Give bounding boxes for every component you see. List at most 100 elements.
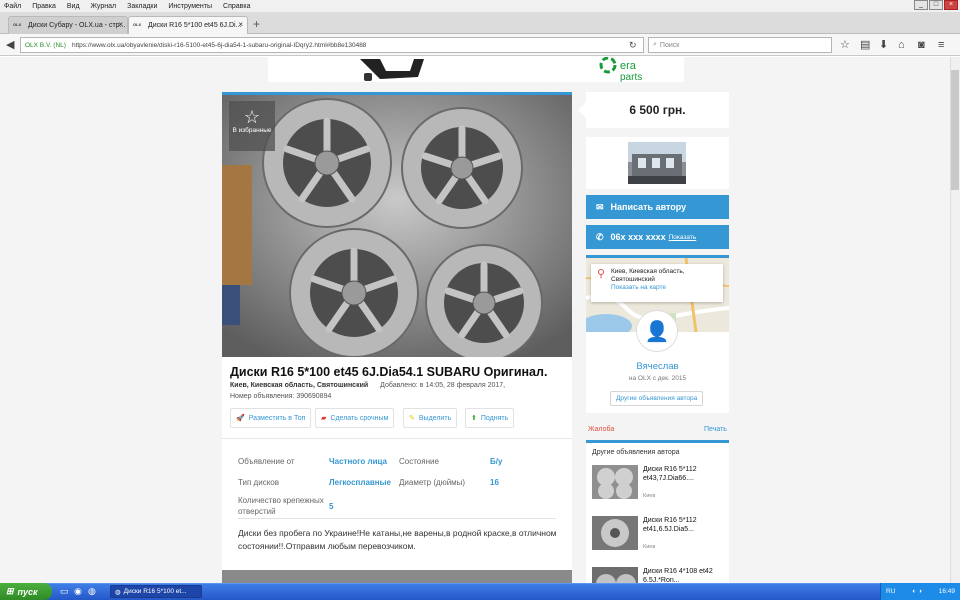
param-label-wheel-type: Тип дисков: [238, 478, 279, 487]
close-tab-icon[interactable]: ×: [238, 20, 243, 29]
show-phone-button[interactable]: ✆ 06x xxx xxxx Показать: [586, 225, 729, 249]
param-label-condition: Состояние: [399, 457, 439, 466]
ad-added-date: Добавлено: в 14:05, 28 февраля 2017,: [380, 382, 506, 389]
rocket-icon: 🚀: [236, 415, 245, 422]
ad-location-line: Киев, Киевская область, Святошинский Доб…: [230, 382, 505, 389]
start-button[interactable]: ⊞ пуск: [0, 583, 52, 600]
list-item[interactable]: Диски R16 5*112 et41,6.5J.Dia5... Киев: [592, 516, 727, 562]
menu-bar: Файл Правка Вид Журнал Закладки Инструме…: [0, 0, 960, 12]
taskbar-item-browser[interactable]: ◍ Диски R16 5*100 et...: [110, 585, 202, 598]
list-item[interactable]: Диски R16 4*108 et42 6.5J.*Ron...: [592, 567, 727, 583]
search-input[interactable]: ⌕ Поиск: [648, 37, 832, 53]
close-window-button[interactable]: ×: [944, 0, 958, 10]
show-on-map-link[interactable]: Показать на карте: [611, 284, 719, 292]
print-link[interactable]: Печать: [704, 426, 727, 433]
menu-history[interactable]: Журнал: [91, 3, 117, 10]
tab-subaru-wheels[interactable]: OLX Диски Субару - OLX.ua - стр... ×: [8, 16, 128, 34]
list-item[interactable]: Диски R16 5*112 et43,7J.Dia66.... Киев: [592, 465, 727, 511]
close-tab-icon[interactable]: ×: [118, 20, 123, 29]
write-to-author-button[interactable]: ✉ Написать автору: [586, 195, 729, 219]
phone-icon: ✆: [596, 231, 604, 242]
maximize-button[interactable]: □: [929, 0, 943, 10]
new-tab-icon[interactable]: +: [253, 17, 260, 31]
seller-name[interactable]: Вячеслав: [586, 361, 729, 372]
bookmark-star-icon[interactable]: ☆: [840, 38, 850, 52]
shop-photo: [628, 142, 686, 184]
param-value-bolt-holes[interactable]: 5: [329, 502, 333, 511]
menu-bookmarks[interactable]: Закладки: [127, 3, 157, 10]
divider: [238, 518, 556, 519]
ad-location[interactable]: Киев, Киевская область, Святошинский: [230, 382, 368, 389]
home-icon[interactable]: ⌂: [898, 38, 905, 52]
desktop-icon[interactable]: ▭: [60, 586, 69, 597]
menu-help[interactable]: Справка: [223, 3, 250, 10]
firefox-icon[interactable]: ◍: [88, 586, 96, 597]
other-ad-title[interactable]: Диски R16 5*112 et43,7J.Dia66....: [643, 465, 723, 483]
advertising-banner[interactable]: era parts: [268, 57, 684, 83]
highlight-button[interactable]: ✎ Выделить: [403, 408, 458, 428]
seller-shop-banner[interactable]: [586, 137, 729, 189]
add-to-favorites-button[interactable]: ☆ В избранные: [229, 101, 275, 151]
param-value-offer-from[interactable]: Частного лица: [329, 457, 387, 466]
tray-icons[interactable]: ◐ ◑: [912, 588, 922, 595]
user-icon: 👤: [644, 320, 670, 343]
reload-icon[interactable]: ↻: [629, 38, 637, 52]
url-bar[interactable]: OLX B.V. (NL) https://www.olx.ua/obyavle…: [20, 37, 644, 53]
pocket-icon[interactable]: ◙: [918, 38, 925, 52]
make-urgent-button[interactable]: ▰ Сделать срочным: [315, 408, 395, 428]
svg-text:era: era: [620, 60, 637, 72]
taskbar-item-label: Диски R16 5*100 et...: [123, 588, 187, 595]
tab-label: Диски R16 5*100 et45 6J.Di...: [148, 22, 242, 29]
menu-file[interactable]: Файл: [4, 3, 21, 10]
show-phone-link[interactable]: Показать: [669, 234, 697, 241]
menu-view[interactable]: Вид: [67, 3, 80, 10]
downloads-icon[interactable]: ⬇: [879, 38, 888, 52]
other-ad-title[interactable]: Диски R16 4*108 et42 6.5J.*Ron...: [643, 567, 723, 583]
scrollbar-thumb[interactable]: [951, 70, 959, 190]
map-address-card: ⚲ Киев, Киевская область, Святошинский П…: [591, 264, 723, 302]
other-ad-thumbnail: [592, 516, 638, 550]
make-urgent-label: Сделать срочным: [330, 414, 389, 422]
favorites-label: В избранные: [232, 127, 272, 134]
other-ad-thumbnail: [592, 465, 638, 499]
language-indicator[interactable]: RU: [886, 588, 895, 595]
window-controls: _ □ ×: [914, 0, 958, 10]
param-label-offer-from: Объявление от: [238, 457, 295, 466]
other-ad-city: Киев: [643, 493, 656, 499]
other-ad-title[interactable]: Диски R16 5*112 et41,6.5J.Dia5...: [643, 516, 723, 534]
menu-tools[interactable]: Инструменты: [168, 3, 212, 10]
navigation-bar: ◀ OLX B.V. (NL) https://www.olx.ua/obyav…: [0, 34, 960, 56]
svg-text:parts: parts: [620, 72, 642, 82]
tab-bar: OLX Диски Субару - OLX.ua - стр... × OLX…: [0, 12, 960, 34]
shop-photo-graphic: [628, 142, 686, 184]
param-value-wheel-type[interactable]: Легкосплавные: [329, 478, 391, 487]
ad-card: ☆ В избранные Диски R16 5*100 et45 6J.Di…: [222, 92, 572, 583]
marker-icon: ✎: [409, 415, 415, 422]
system-tray: RU ◐ ◑ 16:49: [880, 583, 960, 600]
chrome-icon[interactable]: ◉: [74, 586, 82, 597]
hamburger-menu-icon[interactable]: ≡: [938, 38, 944, 52]
menu-edit[interactable]: Правка: [32, 3, 56, 10]
param-label-diameter: Диаметр (дюймы): [399, 478, 466, 487]
seller-card: ⚲ Киев, Киевская область, Святошинский П…: [586, 255, 729, 413]
minimize-button[interactable]: _: [914, 0, 928, 10]
thumbnail-graphic: [592, 465, 638, 499]
param-value-diameter[interactable]: 16: [490, 478, 499, 487]
search-icon: ⌕: [653, 41, 657, 48]
price: 6 500 грн.: [578, 92, 729, 128]
complain-link[interactable]: Жалоба: [588, 426, 614, 433]
start-label: пуск: [17, 586, 38, 597]
other-ads-button[interactable]: Другие объявления автора: [610, 391, 704, 406]
ad-photo[interactable]: ☆ В избранные: [222, 95, 572, 357]
phone-number: 06x xxx xxxx: [610, 232, 666, 242]
envelope-icon: ✉: [596, 201, 604, 212]
tab-current-ad[interactable]: OLX Диски R16 5*100 et45 6J.Di... ×: [128, 16, 248, 34]
back-icon[interactable]: ◀: [6, 38, 14, 52]
ad-photo-secondary[interactable]: [222, 570, 572, 583]
bookmarks-list-icon[interactable]: ▤: [860, 38, 870, 52]
seller-avatar[interactable]: 👤: [636, 310, 678, 352]
site-identity[interactable]: OLX B.V. (NL): [25, 42, 66, 49]
param-value-condition[interactable]: Б/у: [490, 457, 502, 466]
promote-top-button[interactable]: 🚀 Разместить в Топ: [230, 408, 312, 428]
raise-ad-button[interactable]: ⬆ Поднять: [465, 408, 515, 428]
